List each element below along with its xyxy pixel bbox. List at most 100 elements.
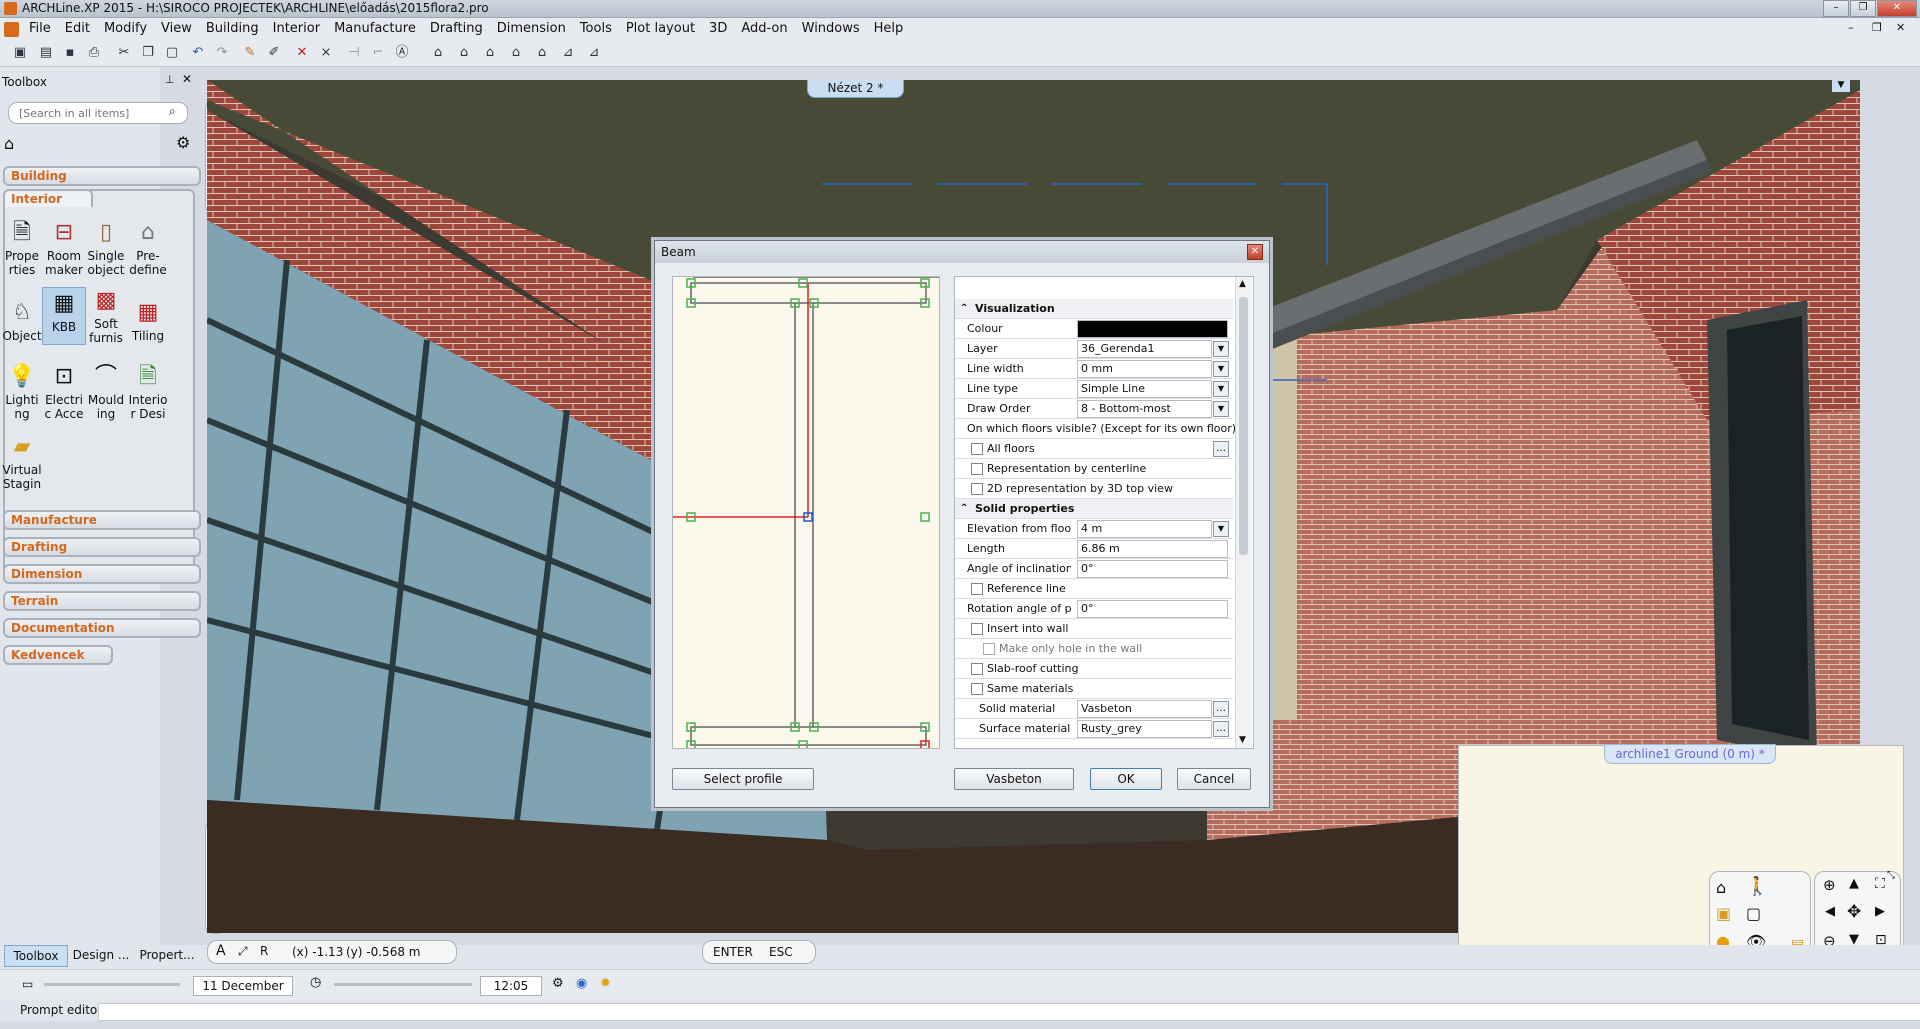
menu-windows[interactable]: Windows xyxy=(795,18,867,40)
measure-icon[interactable]: ⊿ xyxy=(586,45,602,61)
redo-icon[interactable]: ↷ xyxy=(214,45,230,61)
select-profile-button[interactable]: Select profile xyxy=(672,768,814,790)
category-interior[interactable]: Interior xyxy=(3,189,93,207)
time-slider[interactable] xyxy=(334,983,472,986)
collapse-icon[interactable]: ⌃ xyxy=(960,299,968,318)
menu-tools[interactable]: Tools xyxy=(573,18,619,40)
tool-kbb[interactable]: ▦ KBB xyxy=(42,287,86,345)
tool-lighting[interactable]: 💡 Lighti ng xyxy=(2,363,42,421)
profile-preview[interactable] xyxy=(672,276,940,749)
pan-up-icon[interactable]: ▲ xyxy=(1849,876,1859,891)
menu-view[interactable]: View xyxy=(154,18,199,40)
globe-icon[interactable]: ◉ xyxy=(576,976,587,991)
chevron-down-icon[interactable]: ▼ xyxy=(1213,341,1229,357)
angle-value[interactable]: 0° xyxy=(1077,560,1228,578)
pan-left-icon[interactable]: ◀ xyxy=(1825,904,1835,919)
delete-icon[interactable]: ✕ xyxy=(294,45,310,61)
view-3d-3-icon[interactable]: ⌂ xyxy=(482,45,498,61)
chevron-down-icon[interactable]: ▼ xyxy=(1213,381,1229,397)
menu-3d[interactable]: 3D xyxy=(702,18,734,40)
reference-line-checkbox[interactable] xyxy=(971,583,983,595)
paste-icon[interactable]: ▢ xyxy=(164,45,180,61)
undo-icon[interactable]: ↶ xyxy=(190,45,206,61)
extend-icon[interactable]: ⊣ xyxy=(346,45,362,61)
tool-interior-design[interactable]: 🗎 Interio r Desi xyxy=(128,363,168,421)
trim-icon[interactable]: ⨯ xyxy=(318,45,334,61)
view-3d-icon[interactable]: ⌂ xyxy=(430,45,446,61)
close-button[interactable]: ✕ xyxy=(1877,0,1917,17)
chevron-down-icon[interactable]: ▼ xyxy=(1213,361,1229,377)
elevation-value[interactable]: 4 m xyxy=(1077,520,1212,538)
cube-outline-icon[interactable]: ▢ xyxy=(1746,904,1761,923)
cancel-button[interactable]: Cancel xyxy=(1177,768,1251,790)
toolbox-search[interactable]: ⌕ xyxy=(8,102,188,124)
calendar-icon[interactable]: ▭ xyxy=(22,977,33,991)
relative-icon[interactable]: R xyxy=(260,944,268,958)
cut-icon[interactable]: ✂ xyxy=(116,45,132,61)
scroll-up-icon[interactable]: ▲ xyxy=(1239,279,1246,289)
zoom-in-icon[interactable]: ⊕ xyxy=(1823,876,1836,894)
save-icon[interactable]: ▪ xyxy=(62,45,78,61)
tool-room-maker[interactable]: ⊟ Room maker xyxy=(44,219,84,277)
doc-restore-icon[interactable]: ❐ xyxy=(1872,21,1882,34)
tool-single-object[interactable]: ▯ Single object xyxy=(86,219,126,277)
toolbox-search-input[interactable] xyxy=(17,105,167,121)
enter-button[interactable]: ENTER xyxy=(713,945,753,959)
viewport-tab[interactable]: Nézet 2 * xyxy=(807,80,904,98)
tool-virtual-staging[interactable]: ▰ Virtual Stagin xyxy=(2,433,42,491)
date-slider[interactable] xyxy=(44,983,180,986)
text-tool-icon[interactable]: A xyxy=(216,943,226,959)
section-visualization-header[interactable]: ⌃ Visualization xyxy=(955,299,1233,319)
print-icon[interactable]: ⎙ xyxy=(86,45,102,61)
chevron-down-icon[interactable]: ▼ xyxy=(1213,521,1229,537)
collapse-corner-icon[interactable]: ⤡ xyxy=(1887,870,1895,881)
menu-drafting[interactable]: Drafting xyxy=(423,18,490,40)
viewport-menu-icon[interactable]: ▼ xyxy=(1832,80,1850,92)
gear-icon[interactable]: ⚙ xyxy=(176,133,190,152)
copy-icon[interactable]: ❐ xyxy=(140,45,156,61)
home-icon[interactable]: ⌂ xyxy=(4,134,14,153)
scroll-down-icon[interactable]: ▼ xyxy=(1239,735,1246,745)
brush-icon[interactable]: ✎ xyxy=(242,45,258,61)
clock-icon[interactable]: ◷ xyxy=(310,975,321,990)
draw-order-value[interactable]: 8 - Bottom-most xyxy=(1077,400,1212,418)
tool-soft-furnishing[interactable]: ▩ Soft furnis xyxy=(86,287,126,345)
category-dimension[interactable]: Dimension xyxy=(3,564,201,584)
collapse-icon[interactable]: ⌃ xyxy=(960,499,968,518)
view-3d-2-icon[interactable]: ⌂ xyxy=(456,45,472,61)
tool-properties[interactable]: 🗎 Prope rties xyxy=(2,219,42,277)
corner-icon[interactable]: ⌐ xyxy=(370,45,386,61)
menu-plot-layout[interactable]: Plot layout xyxy=(619,18,702,40)
pick-icon[interactable]: ✐ xyxy=(266,45,282,61)
menu-modify[interactable]: Modify xyxy=(97,18,154,40)
scroll-thumb[interactable] xyxy=(1239,297,1248,555)
menu-add-on[interactable]: Add-on xyxy=(734,18,794,40)
rep-2d-checkbox[interactable] xyxy=(971,483,983,495)
category-building[interactable]: Building xyxy=(3,166,201,186)
ellipsis-icon[interactable]: … xyxy=(1213,721,1229,737)
section-icon[interactable]: ⊿ xyxy=(560,45,576,61)
walk-icon[interactable]: 🚶 xyxy=(1746,876,1768,897)
settings-icon[interactable]: ⚙ xyxy=(552,976,564,991)
same-materials-checkbox[interactable] xyxy=(971,683,983,695)
rep-centerline-checkbox[interactable] xyxy=(971,463,983,475)
vasbeton-button[interactable]: Vasbeton xyxy=(954,768,1074,790)
slab-roof-checkbox[interactable] xyxy=(971,663,983,675)
time-field[interactable]: 12:05 xyxy=(480,976,542,996)
camera-icon[interactable]: ⌂ xyxy=(1716,878,1726,897)
pin-icon[interactable]: ⊥ xyxy=(165,73,175,86)
line-width-value[interactable]: 0 mm xyxy=(1077,360,1212,378)
text-icon[interactable]: Ⓐ xyxy=(394,45,410,61)
menu-building[interactable]: Building xyxy=(199,18,266,40)
rotation-value[interactable]: 0° xyxy=(1077,600,1228,618)
section-solid-header[interactable]: ⌃ Solid properties xyxy=(955,499,1233,519)
ellipsis-icon[interactable]: … xyxy=(1213,701,1229,717)
length-value[interactable]: 6.86 m xyxy=(1077,540,1228,558)
menu-dimension[interactable]: Dimension xyxy=(490,18,573,40)
menu-interior[interactable]: Interior xyxy=(266,18,327,40)
chevron-down-icon[interactable]: ▼ xyxy=(1213,401,1229,417)
colour-swatch[interactable] xyxy=(1077,320,1228,338)
property-scrollbar[interactable]: ▲ ▼ xyxy=(1235,277,1252,748)
menu-help[interactable]: Help xyxy=(867,18,911,40)
dialog-close-icon[interactable]: ✕ xyxy=(1247,244,1263,260)
